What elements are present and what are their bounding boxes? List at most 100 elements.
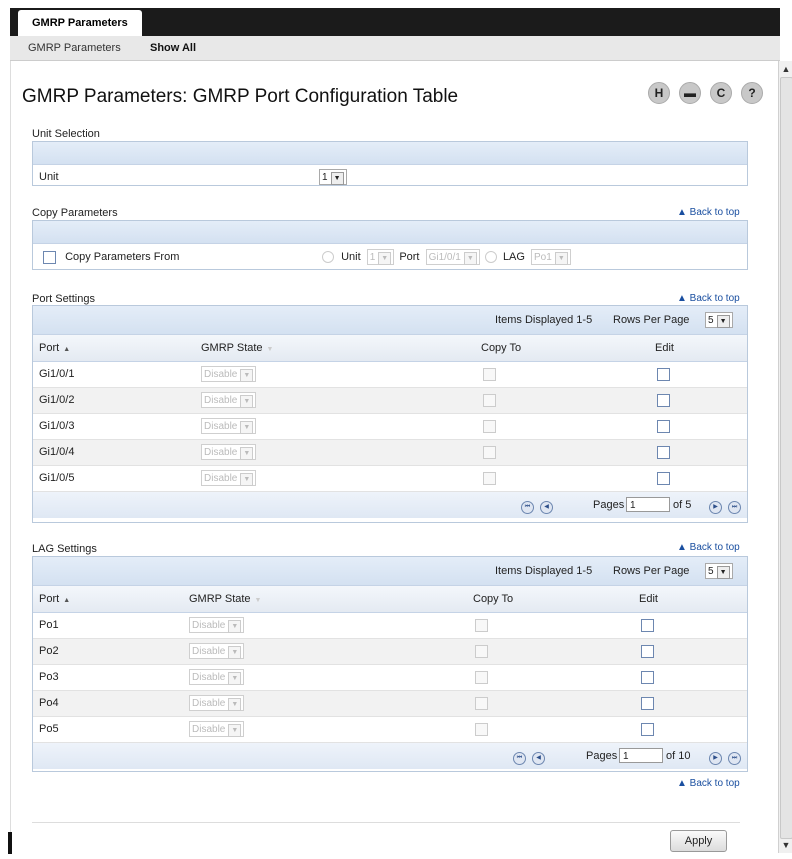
port-page-input[interactable]: 1 [626, 497, 670, 512]
prev-page-icon[interactable]: ◀ [532, 752, 546, 765]
copy-port-select[interactable]: Gi1/0/1 ▼ [425, 249, 480, 266]
gmrp-state-value: Disable [192, 698, 226, 710]
unit-radio[interactable] [322, 251, 334, 264]
copy-to-checkbox[interactable] [475, 670, 488, 684]
gmrp-state-select[interactable]: Disable ▼ [201, 444, 257, 461]
chevron-down-icon: ▼ [228, 698, 242, 712]
copy-unit-value: 1 [369, 252, 376, 264]
copy-to-wrap [475, 639, 488, 664]
table-row: Gi1/0/5 Disable ▼ [33, 466, 747, 492]
gmrp-state-select[interactable]: Disable ▼ [189, 669, 245, 686]
gmrp-state-value: Disable [204, 395, 238, 407]
edit-checkbox[interactable] [641, 696, 654, 710]
sort-icon: ▼ [254, 597, 262, 604]
chevron-down-icon: ▼ [330, 172, 344, 186]
print-icon[interactable]: ▬ [679, 82, 701, 104]
table-row: Po2 Disable ▼ [33, 639, 747, 665]
save-icon[interactable]: H [648, 82, 670, 104]
chevron-down-icon: ▼ [228, 724, 242, 738]
chevron-down-icon: ▼ [228, 646, 242, 660]
copy-to-checkbox[interactable] [475, 696, 488, 710]
lag-rows-per-page-select[interactable]: 5 ▼ [705, 563, 733, 580]
edit-checkbox[interactable] [641, 644, 654, 658]
copy-to-checkbox[interactable] [475, 644, 488, 658]
gmrp-state-select[interactable]: Disable ▼ [201, 366, 257, 383]
copy-to-checkbox[interactable] [483, 367, 496, 381]
scroll-up-icon[interactable]: ▲ [781, 63, 791, 75]
subnav-gmrp-parameters[interactable]: GMRP Parameters [28, 36, 121, 60]
lag-rows: Po1 Disable ▼ Po2 Disable ▼ Po3 Disable ▼ Po4 Disa… [33, 613, 747, 743]
copy-to-checkbox[interactable] [483, 419, 496, 433]
lag-rows-per-page-value: 5 [708, 566, 714, 578]
scroll-down-icon[interactable]: ▼ [781, 839, 791, 851]
edit-checkbox[interactable] [641, 618, 654, 632]
gmrp-state-select[interactable]: Disable ▼ [189, 721, 245, 738]
col-port-header[interactable]: Port ▲ [39, 335, 70, 363]
refresh-icon[interactable]: C [710, 82, 732, 104]
last-page-icon[interactable]: ⏭ [728, 501, 742, 514]
copy-parameters-label: Copy Parameters From [65, 251, 180, 263]
first-page-icon[interactable]: ⏮ [521, 501, 534, 514]
port-name: Gi1/0/5 [39, 472, 75, 484]
back-to-top-link[interactable]: ▲ Back to top [677, 207, 740, 218]
copy-to-checkbox[interactable] [475, 618, 488, 632]
sort-ascending-icon: ▲ [63, 346, 71, 353]
lag-pages-label: Pages [586, 750, 618, 762]
copy-lag-select[interactable]: Po1 ▼ [531, 249, 571, 266]
port-rows-per-page-select[interactable]: 5 ▼ [705, 312, 733, 329]
back-to-top-link[interactable]: ▲ Back to top [677, 542, 740, 553]
gmrp-state-select[interactable]: Disable ▼ [189, 695, 245, 712]
edit-checkbox[interactable] [641, 670, 654, 684]
lag-settings-heading: LAG Settings [32, 543, 97, 555]
sort-icon: ▼ [266, 346, 274, 353]
col-gmrp-state-header[interactable]: GMRP State ▼ [201, 335, 273, 363]
back-to-top-link[interactable]: ▲ Back to top [677, 293, 740, 304]
scrollbar-thumb[interactable] [780, 77, 792, 839]
next-page-icon[interactable]: ▶ [709, 752, 722, 765]
edit-checkbox[interactable] [641, 722, 654, 736]
subnav-show-all[interactable]: Show All [150, 36, 196, 60]
port-name: Gi1/0/3 [39, 420, 75, 432]
copy-to-checkbox[interactable] [483, 445, 496, 459]
edit-checkbox[interactable] [657, 419, 670, 433]
edit-wrap [657, 440, 670, 465]
copy-to-wrap [483, 414, 496, 439]
copy-to-checkbox[interactable] [483, 393, 496, 407]
help-icon[interactable]: ? [741, 82, 763, 104]
edit-checkbox[interactable] [657, 393, 670, 407]
apply-button[interactable]: Apply [670, 830, 727, 852]
col-edit-header: Edit [655, 342, 674, 354]
gmrp-state-select[interactable]: Disable ▼ [189, 617, 245, 634]
vertical-scrollbar[interactable]: ▲ ▼ [778, 61, 792, 853]
edit-checkbox[interactable] [657, 471, 670, 485]
edit-checkbox[interactable] [657, 445, 670, 459]
col-port-header[interactable]: Port ▲ [39, 586, 70, 614]
table-row: Gi1/0/1 Disable ▼ [33, 362, 747, 388]
copy-to-checkbox[interactable] [475, 722, 488, 736]
lag-radio[interactable] [484, 251, 497, 264]
lag-first-prev: ⏮ ◀ [513, 743, 546, 769]
gmrp-state-select[interactable]: Disable ▼ [189, 643, 245, 660]
copy-lag-value: Po1 [534, 252, 552, 264]
gmrp-state-select[interactable]: Disable ▼ [201, 470, 257, 487]
port-rows-per-page-wrap: 5 ▼ [705, 306, 733, 334]
gmrp-state-select[interactable]: Disable ▼ [201, 418, 257, 435]
unit-selection-heading: Unit Selection [32, 128, 100, 140]
gmrp-state-select[interactable]: Disable ▼ [201, 392, 257, 409]
back-to-top-link[interactable]: ▲ Back to top [677, 778, 740, 789]
tab-gmrp-parameters[interactable]: GMRP Parameters [18, 10, 142, 36]
next-page-icon[interactable]: ▶ [709, 501, 722, 514]
last-page-icon[interactable]: ⏭ [728, 752, 742, 765]
chevron-down-icon: ▼ [240, 447, 254, 461]
unit-select[interactable]: 1 ▼ [319, 169, 347, 186]
lag-page-input[interactable]: 1 [619, 748, 663, 763]
col-gmrp-state-header[interactable]: GMRP State ▼ [189, 586, 261, 614]
copy-unit-label: Unit [341, 251, 361, 263]
copy-parameters-checkbox[interactable] [43, 250, 56, 264]
edit-checkbox[interactable] [657, 367, 670, 381]
copy-unit-select[interactable]: 1 ▼ [366, 249, 395, 266]
first-page-icon[interactable]: ⏮ [513, 752, 526, 765]
prev-page-icon[interactable]: ◀ [540, 501, 554, 514]
copy-to-checkbox[interactable] [483, 471, 496, 485]
table-row: Po5 Disable ▼ [33, 717, 747, 743]
